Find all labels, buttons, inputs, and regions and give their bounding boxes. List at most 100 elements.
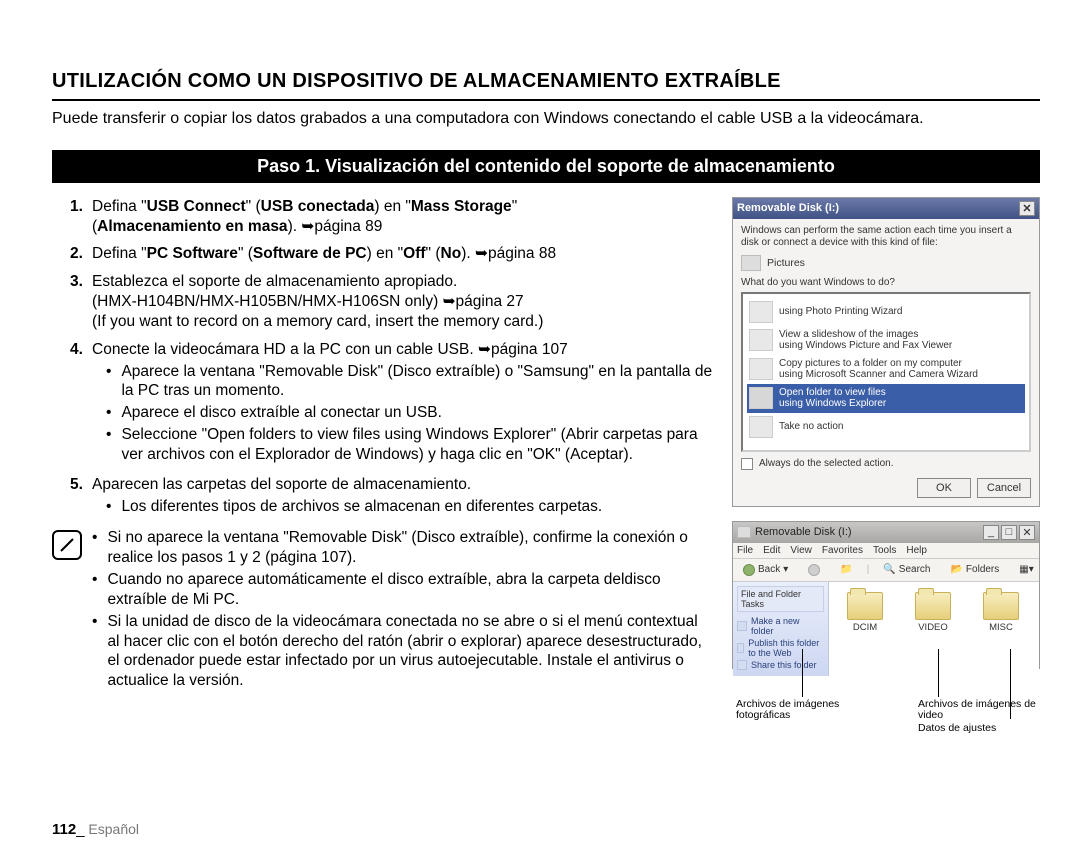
back-button[interactable]: Back ▾ (737, 562, 794, 578)
text: " (512, 198, 518, 215)
language-label: Español (85, 821, 139, 837)
option-slideshow[interactable]: View a slideshow of the imagesusing Wind… (747, 326, 1025, 355)
option-open-folder[interactable]: Open folder to view filesusing Windows E… (747, 384, 1025, 413)
step-5: 5. Aparecen las carpetas del soporte de … (70, 475, 714, 519)
text: Defina " (92, 198, 147, 215)
text: (If you want to record on a memory card,… (92, 313, 543, 330)
option-photo-wizard[interactable]: using Photo Printing Wizard (747, 298, 1025, 326)
scanner-icon (749, 358, 773, 380)
close-button[interactable]: ✕ (1019, 201, 1035, 216)
instructions-column: 1. Defina "USB Connect" (USB conectada) … (52, 197, 714, 753)
task-new-folder[interactable]: Make a new folder (737, 616, 824, 636)
back-label: Back (758, 564, 780, 575)
menu-bar[interactable]: File Edit View Favorites Tools Help (733, 543, 1039, 559)
bullet: Seleccione "Open folders to view files u… (121, 425, 714, 465)
caption-area: Archivos de imágenes fotográficas Archiv… (732, 683, 1040, 753)
option-no-action[interactable]: Take no action (747, 413, 1025, 441)
folder-area: DCIM VIDEO MISC (829, 582, 1039, 676)
task-label: Publish this folder to the Web (748, 638, 824, 658)
step-number: 4. (70, 340, 92, 467)
menu-edit[interactable]: Edit (763, 545, 780, 556)
folder-dcim[interactable]: DCIM (841, 592, 889, 633)
option-copy[interactable]: Copy pictures to a folder on my computer… (747, 355, 1025, 384)
task-label: Make a new folder (751, 616, 824, 636)
folder-icon (749, 387, 773, 409)
step-2: 2. Defina "PC Software" (Software de PC)… (70, 244, 714, 264)
text: ) en " (367, 245, 404, 262)
dialog-title: Removable Disk (I:) (737, 202, 839, 214)
text: Mass Storage (411, 198, 512, 215)
option-label: Take no action (779, 421, 844, 432)
option-sub: using Microsoft Scanner and Camera Wizar… (779, 369, 978, 380)
close-button[interactable]: ✕ (1019, 525, 1035, 540)
text: " ( (238, 245, 253, 262)
text: Aparecen las carpetas del soporte de alm… (92, 476, 471, 493)
option-label: Copy pictures to a folder on my computer (779, 358, 962, 369)
caption-settings: Datos de ajustes (918, 723, 1038, 735)
option-sub: using Windows Explorer (779, 398, 886, 409)
note-icon (52, 530, 82, 560)
page-number: 112 (52, 821, 76, 838)
page-ref: ➥página 107 (478, 341, 568, 358)
menu-file[interactable]: File (737, 545, 753, 556)
menu-tools[interactable]: Tools (873, 545, 896, 556)
new-folder-icon (737, 621, 747, 631)
publish-icon (737, 643, 744, 653)
autoplay-dialog: Removable Disk (I:) ✕ Windows can perfor… (732, 197, 1040, 507)
file-kind: Pictures (767, 257, 805, 269)
always-checkbox[interactable] (741, 458, 753, 470)
dialog-prompt: What do you want Windows to do? (741, 277, 1031, 288)
folder-label: VIDEO (918, 622, 948, 633)
task-label: Share this folder (751, 660, 817, 670)
page-title: UTILIZACIÓN COMO UN DISPOSITIVO DE ALMAC… (52, 70, 1040, 101)
search-button[interactable]: 🔍 Search (877, 562, 936, 577)
folder-icon (915, 592, 951, 620)
maximize-button[interactable]: □ (1001, 525, 1017, 540)
folders-button[interactable]: 📂 Folders (944, 562, 1005, 577)
task-share[interactable]: Share this folder (737, 660, 824, 670)
note-item: Si la unidad de disco de la videocámara … (107, 612, 714, 691)
explorer-window: Removable Disk (I:) _ □ ✕ File Edit View… (732, 521, 1040, 669)
folder-video[interactable]: VIDEO (909, 592, 957, 633)
minimize-button[interactable]: _ (983, 525, 999, 540)
dialog-desc: Windows can perform the same action each… (741, 225, 1031, 249)
action-list[interactable]: using Photo Printing Wizard View a slide… (741, 292, 1031, 452)
option-sub: using Windows Picture and Fax Viewer (779, 340, 952, 351)
slideshow-icon (749, 329, 773, 351)
task-panel: File and Folder Tasks Make a new folder … (733, 582, 829, 676)
text: " ( (246, 198, 261, 215)
step-3: 3. Establezca el soporte de almacenamien… (70, 272, 714, 331)
text: Conecte la videocámara HD a la PC con un… (92, 341, 478, 358)
task-publish[interactable]: Publish this folder to the Web (737, 638, 824, 658)
caption-videos: Archivos de imágenes de video (918, 699, 1038, 722)
views-button[interactable]: ▦▾ (1013, 562, 1039, 577)
page-ref: ➥página 88 (475, 245, 556, 262)
caption-photos: Archivos de imágenes fotográficas (736, 699, 876, 722)
text: PC Software (147, 245, 238, 262)
bullet: Los diferentes tipos de archivos se alma… (121, 497, 602, 517)
folder-label: MISC (989, 622, 1013, 633)
bullet: Aparece la ventana "Removable Disk" (Dis… (121, 362, 714, 402)
menu-help[interactable]: Help (906, 545, 927, 556)
menu-favorites[interactable]: Favorites (822, 545, 863, 556)
menu-view[interactable]: View (790, 545, 812, 556)
text: Establezca el soporte de almacenamiento … (92, 273, 457, 290)
up-button[interactable]: 📁 (834, 562, 858, 577)
bullet: Aparece el disco extraíble al conectar u… (121, 403, 442, 423)
text: ). (461, 245, 475, 262)
note-item: Si no aparece la ventana "Removable Disk… (107, 528, 714, 568)
text: USB Connect (147, 198, 246, 215)
text: USB conectada (261, 198, 375, 215)
text: Software de PC (253, 245, 367, 262)
always-label: Always do the selected action. (759, 458, 894, 469)
step-number: 2. (70, 244, 92, 264)
option-label: using Photo Printing Wizard (779, 306, 902, 317)
folders-label: Folders (966, 564, 999, 575)
folder-misc[interactable]: MISC (977, 592, 1025, 633)
ok-button[interactable]: OK (917, 478, 971, 498)
screenshots-column: Removable Disk (I:) ✕ Windows can perfor… (732, 197, 1040, 753)
cancel-button[interactable]: Cancel (977, 478, 1031, 498)
page-ref: ➥página 89 (301, 218, 382, 235)
forward-button[interactable] (802, 562, 826, 578)
text: Defina " (92, 245, 147, 262)
